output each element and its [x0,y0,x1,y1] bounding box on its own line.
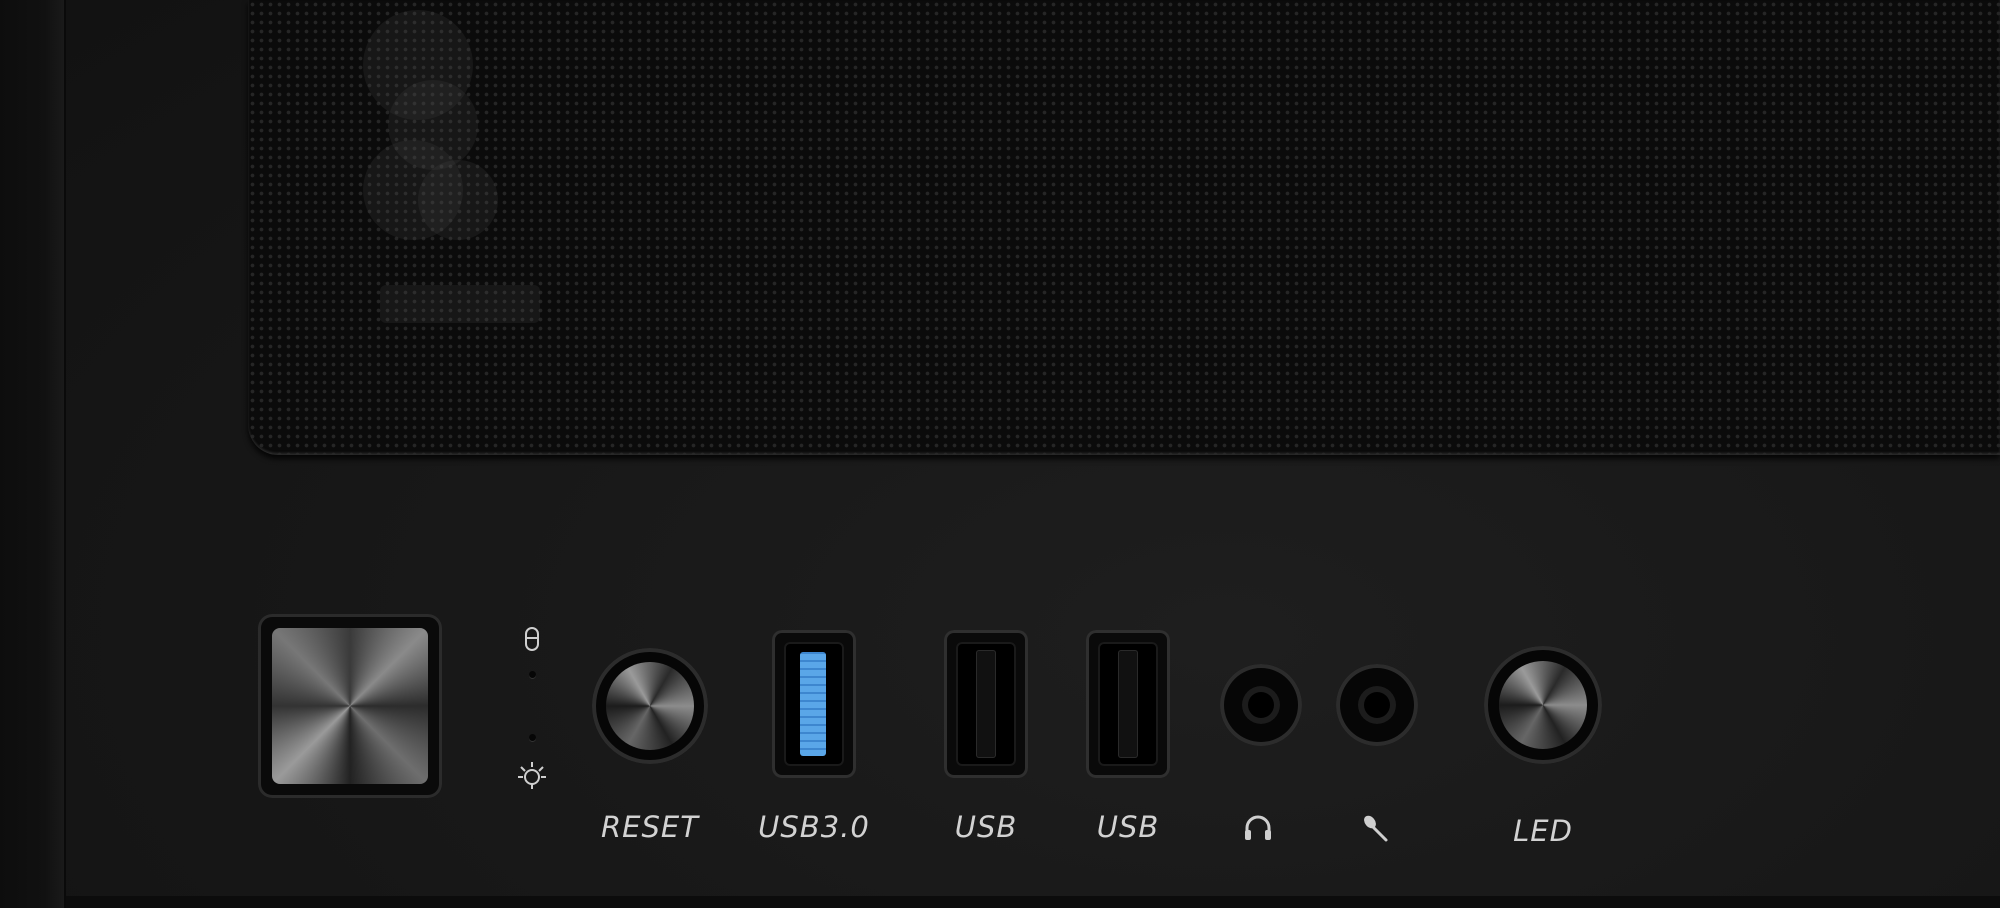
hdd-led [529,671,536,678]
usb3-label: USB3.0 [758,810,870,844]
fan-shadow-bar [380,285,540,323]
usb-port-1-socket [956,642,1016,766]
fan-shadow [418,160,498,240]
microphone-jack[interactable] [1336,664,1418,746]
usb3-tongue [800,652,826,756]
usb-port-1-tongue [976,650,996,758]
led-label: LED [1513,814,1573,848]
headphone-jack[interactable] [1220,664,1302,746]
reset-label: RESET [601,810,699,844]
microphone-jack-hole [1358,686,1396,724]
usb-port-1[interactable] [944,630,1028,778]
usb-port-2-socket [1098,642,1158,766]
power-button[interactable] [258,614,442,798]
headphone-jack-hole [1242,686,1280,724]
led-button[interactable] [1484,646,1602,764]
usb-port-2-tongue [1118,650,1138,758]
usb-port-2[interactable] [1086,630,1170,778]
case-bottom-edge [66,896,2000,908]
power-led [529,734,536,741]
bulb-icon [518,762,546,789]
usb3-port[interactable] [772,630,856,778]
usb-label-1: USB [954,810,1018,844]
drive-icon [525,627,539,651]
usb-label-2: USB [1096,810,1160,844]
mesh-grille [248,0,2000,455]
power-button-face [272,628,428,784]
reset-button[interactable] [592,648,708,764]
microphone-icon [1364,815,1388,842]
headphones-icon [1245,815,1271,840]
led-button-face [1499,661,1587,749]
case-side-edge [0,0,66,908]
usb3-port-socket [784,642,844,766]
reset-button-face [606,662,694,750]
